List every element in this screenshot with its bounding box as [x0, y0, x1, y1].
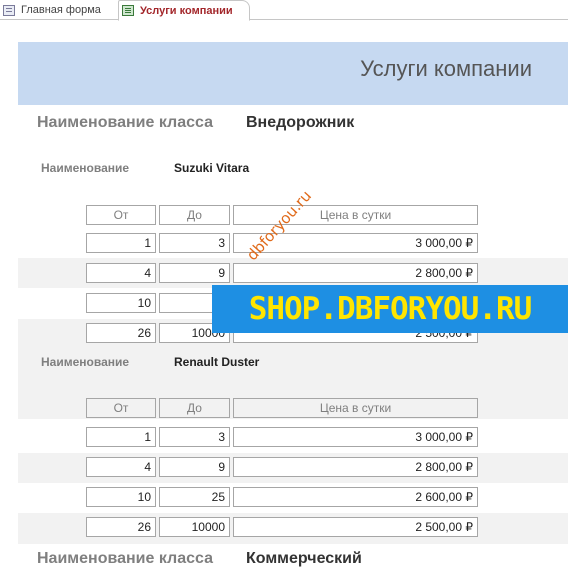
watermark-text: SHOP.DBFORYOU.RU — [248, 291, 533, 327]
cell-price: 2 600,00 ₽ — [233, 487, 478, 507]
cell-from: 10 — [86, 293, 156, 313]
column-header-to: До — [159, 398, 230, 418]
tab-label: Главная форма — [21, 4, 101, 16]
cell-from: 10 — [86, 487, 156, 507]
cell-to: 3 — [159, 427, 230, 447]
watermark-banner: SHOP.DBFORYOU.RU — [212, 285, 568, 333]
column-header-to: До — [159, 205, 230, 225]
column-header-from: От — [86, 398, 156, 418]
document-tab-bar: Главная форма Услуги компании — [0, 0, 568, 21]
class-caption: Наименование класса — [37, 114, 213, 131]
cell-price: 3 000,00 ₽ — [233, 427, 478, 447]
name-value: Suzuki Vitara — [174, 161, 250, 175]
cell-to: 10000 — [159, 517, 230, 537]
tab-main-form[interactable]: Главная форма — [0, 0, 116, 20]
cell-price: 2 800,00 ₽ — [233, 263, 478, 283]
column-header-price: Цена в сутки — [233, 398, 478, 418]
name-value: Renault Duster — [174, 355, 260, 369]
cell-to: 3 — [159, 233, 230, 253]
vehicle-name-row: Наименование Suzuki Vitara — [41, 159, 249, 177]
form-icon — [3, 4, 15, 16]
report-title: Услуги компании — [360, 56, 532, 81]
cell-to: 9 — [159, 263, 230, 283]
cell-from: 4 — [86, 457, 156, 477]
cell-to: 25 — [159, 487, 230, 507]
class-caption: Наименование класса — [37, 550, 213, 567]
cell-price: 2 500,00 ₽ — [233, 517, 478, 537]
class-row: Наименование класса Внедорожник — [37, 112, 354, 134]
name-caption: Наименование — [41, 161, 130, 175]
cell-from: 1 — [86, 427, 156, 447]
cell-price: 2 800,00 ₽ — [233, 457, 478, 477]
tab-label: Услуги компании — [140, 4, 233, 17]
cell-from: 26 — [86, 323, 156, 343]
class-value: Внедорожник — [246, 114, 355, 131]
class-row: Наименование класса Коммерческий — [37, 548, 362, 570]
cell-from: 26 — [86, 517, 156, 537]
report-header: Услуги компании — [18, 42, 568, 105]
cell-from: 1 — [86, 233, 156, 253]
vehicle-name-row: Наименование Renault Duster — [41, 353, 259, 371]
cell-from: 4 — [86, 263, 156, 283]
report-icon — [122, 5, 134, 16]
column-header-from: От — [86, 205, 156, 225]
cell-to: 9 — [159, 457, 230, 477]
class-value: Коммерческий — [246, 550, 362, 567]
tab-company-services[interactable]: Услуги компании — [118, 0, 250, 21]
name-caption: Наименование — [41, 355, 130, 369]
